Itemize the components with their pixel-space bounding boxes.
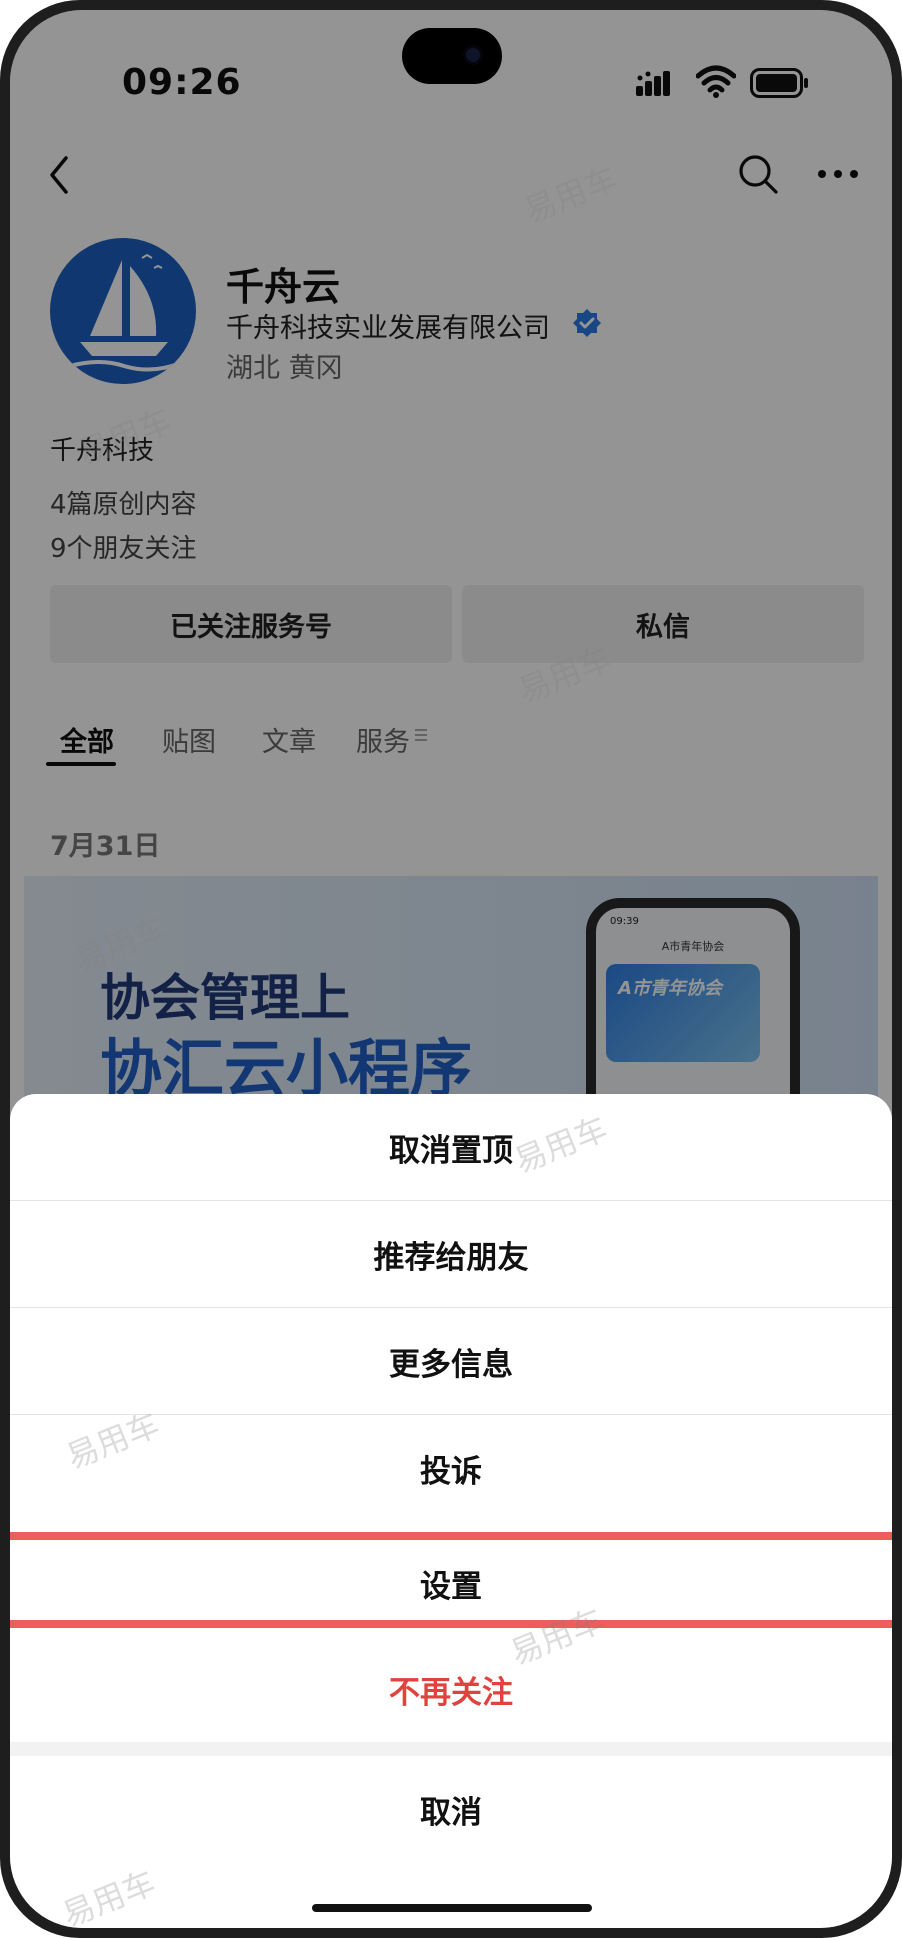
phone-frame: 09:26 千舟云 千舟科技实业发展有限公司 湖北 黄冈 千舟科技 4篇原创内容… [0, 0, 902, 1938]
sheet-gap [10, 1742, 892, 1756]
recommend-to-friend-button[interactable]: 推荐给朋友 [10, 1201, 892, 1307]
unpin-button[interactable]: 取消置顶 [10, 1094, 892, 1200]
watermark: 易用车 [57, 1863, 161, 1928]
more-info-button[interactable]: 更多信息 [10, 1308, 892, 1414]
highlight-line-bottom [10, 1620, 892, 1628]
unfollow-button[interactable]: 不再关注 [10, 1636, 892, 1742]
home-indicator [312, 1904, 592, 1912]
action-sheet: 取消置顶 推荐给朋友 更多信息 投诉 设置 不再关注 取消 易用车 易用车 易用… [10, 1094, 892, 1928]
cancel-button[interactable]: 取消 [10, 1756, 892, 1862]
screen: 09:26 千舟云 千舟科技实业发展有限公司 湖北 黄冈 千舟科技 4篇原创内容… [10, 10, 892, 1928]
